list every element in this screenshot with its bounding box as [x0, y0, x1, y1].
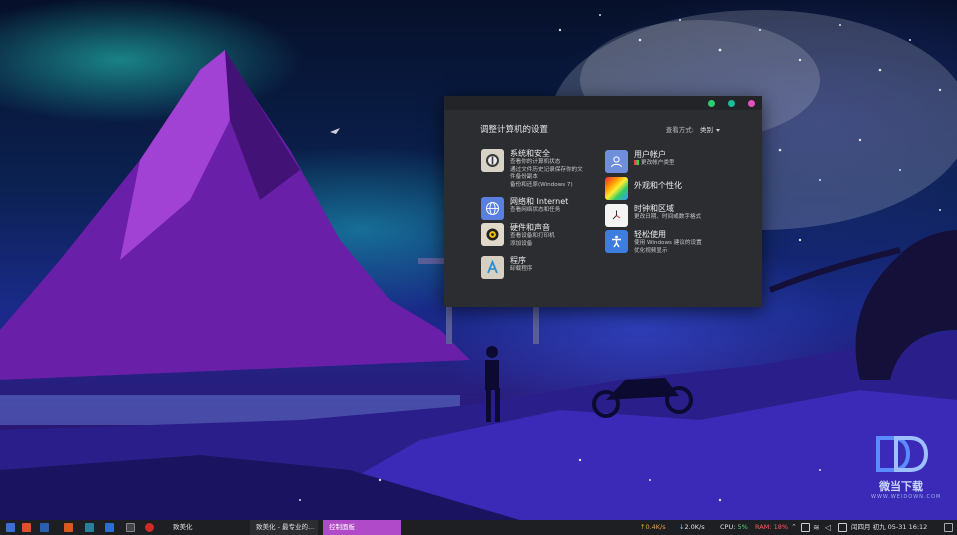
app-launcher-icon[interactable] [64, 523, 73, 532]
hardware-sound-icon [481, 223, 504, 246]
category-link[interactable]: 查看设备和打印机 [510, 233, 555, 241]
category-link[interactable]: 更改日期、时间或数字格式 [634, 214, 701, 222]
category-user-accounts[interactable]: 用户帐户 更改帐户类型 [605, 150, 675, 173]
view-by-value[interactable]: 类别 [700, 126, 713, 134]
user-accounts-icon [605, 150, 628, 173]
taskbar-task[interactable]: 致美化 [167, 520, 237, 535]
document-icon[interactable] [105, 523, 114, 532]
window-titlebar[interactable] [444, 96, 762, 110]
maximize-button[interactable] [728, 100, 735, 107]
start-menu-icon[interactable] [6, 523, 15, 532]
watermark-site: WWW.WEIDOWN.COM [871, 494, 942, 500]
weidown-logo-icon [876, 436, 929, 472]
category-link[interactable]: 卸载程序 [510, 266, 532, 274]
category-link[interactable]: 通过文件历史记录保存你的文 [510, 167, 583, 175]
appearance-icon [605, 177, 628, 200]
taskbar-task[interactable]: 致美化 - 最专业的... [250, 520, 318, 535]
category-link[interactable]: 添加设备 [510, 241, 555, 249]
system-security-icon [481, 149, 504, 172]
category-link[interactable]: 查看网络状态和任务 [510, 207, 568, 215]
ime-icon[interactable] [838, 523, 847, 532]
category-network-internet[interactable]: 网络和 Internet 查看网络状态和任务 [481, 197, 568, 220]
watermark-logo: 微当下载 WWW.WEIDOWN.COM [871, 434, 942, 500]
programs-icon [481, 256, 504, 279]
category-title[interactable]: 网络和 Internet [510, 197, 568, 207]
cpu-usage: CPU: 5% [720, 523, 748, 531]
category-ease-of-access[interactable]: 轻松使用 使用 Windows 建议的设置 优化视频显示 [605, 230, 702, 255]
category-title[interactable]: 硬件和声音 [510, 223, 555, 233]
network-download: ↓2.0K/s [679, 523, 705, 531]
category-system-security[interactable]: 系统和安全 查看你的计算机状态 通过文件历史记录保存你的文 件备份副本 备份和还… [481, 149, 583, 189]
notification-icon[interactable] [944, 523, 953, 532]
category-title[interactable]: 时钟和区域 [634, 204, 701, 214]
terminal-icon[interactable] [85, 523, 94, 532]
category-link[interactable]: 使用 Windows 建议的设置 [634, 240, 702, 248]
ease-of-access-icon [605, 230, 628, 253]
category-title[interactable]: 用户帐户 [634, 150, 675, 160]
tray-app-icon[interactable] [801, 523, 810, 532]
office-icon[interactable] [22, 523, 31, 532]
watermark-brand: 微当下载 [879, 480, 923, 493]
category-link[interactable]: 件备份副本 [510, 174, 583, 182]
view-by-selector[interactable]: 查看方式: 类别 [666, 124, 720, 134]
taskbar: 致美化 致美化 - 最专业的... 控制面板 ↑0.4K/s ↓2.0K/s C… [0, 520, 957, 535]
view-by-label: 查看方式: [665, 126, 694, 134]
shield-icon [634, 160, 639, 165]
category-link[interactable]: 更改帐户类型 [634, 160, 675, 168]
network-upload: ↑0.4K/s [640, 523, 666, 531]
minimize-button[interactable] [708, 100, 715, 107]
category-title[interactable]: 程序 [510, 256, 532, 266]
category-clock-region[interactable]: 时钟和区域 更改日期、时间或数字格式 [605, 204, 701, 227]
close-button[interactable] [748, 100, 755, 107]
taskbar-task-active[interactable]: 控制面板 [323, 520, 401, 535]
category-hardware-sound[interactable]: 硬件和声音 查看设备和打印机 添加设备 [481, 223, 555, 248]
category-link[interactable]: 优化视频显示 [634, 248, 702, 256]
page-title: 调整计算机的设置 [480, 125, 549, 135]
category-link[interactable]: 查看你的计算机状态 [510, 159, 583, 167]
category-programs[interactable]: 程序 卸载程序 [481, 256, 532, 279]
wifi-icon[interactable]: ≋ [813, 523, 822, 532]
ram-usage: RAM: 18% [755, 523, 789, 531]
clock[interactable]: 闰四月 初九 05-31 16:12 [851, 520, 927, 535]
category-link-label[interactable]: 更改帐户类型 [641, 160, 675, 166]
category-title[interactable]: 外观和个性化 [634, 181, 682, 191]
category-title[interactable]: 轻松使用 [634, 230, 702, 240]
settings-icon[interactable] [126, 523, 135, 532]
chevron-down-icon[interactable] [716, 128, 720, 132]
category-appearance[interactable]: 外观和个性化 [605, 177, 682, 200]
file-manager-icon[interactable] [40, 523, 49, 532]
category-link[interactable]: 备份和还原(Windows 7) [510, 182, 583, 190]
network-internet-icon [481, 197, 504, 220]
volume-icon[interactable]: ◁ [825, 523, 834, 532]
clock-region-icon [605, 204, 628, 227]
chevron-up-icon[interactable]: ⌃ [791, 523, 798, 532]
browser-icon[interactable] [145, 523, 154, 532]
control-panel-window: 调整计算机的设置 查看方式: 类别 系统和安全 查看你的计算机状态 通过文件历史记… [444, 96, 762, 307]
category-title[interactable]: 系统和安全 [510, 149, 583, 159]
